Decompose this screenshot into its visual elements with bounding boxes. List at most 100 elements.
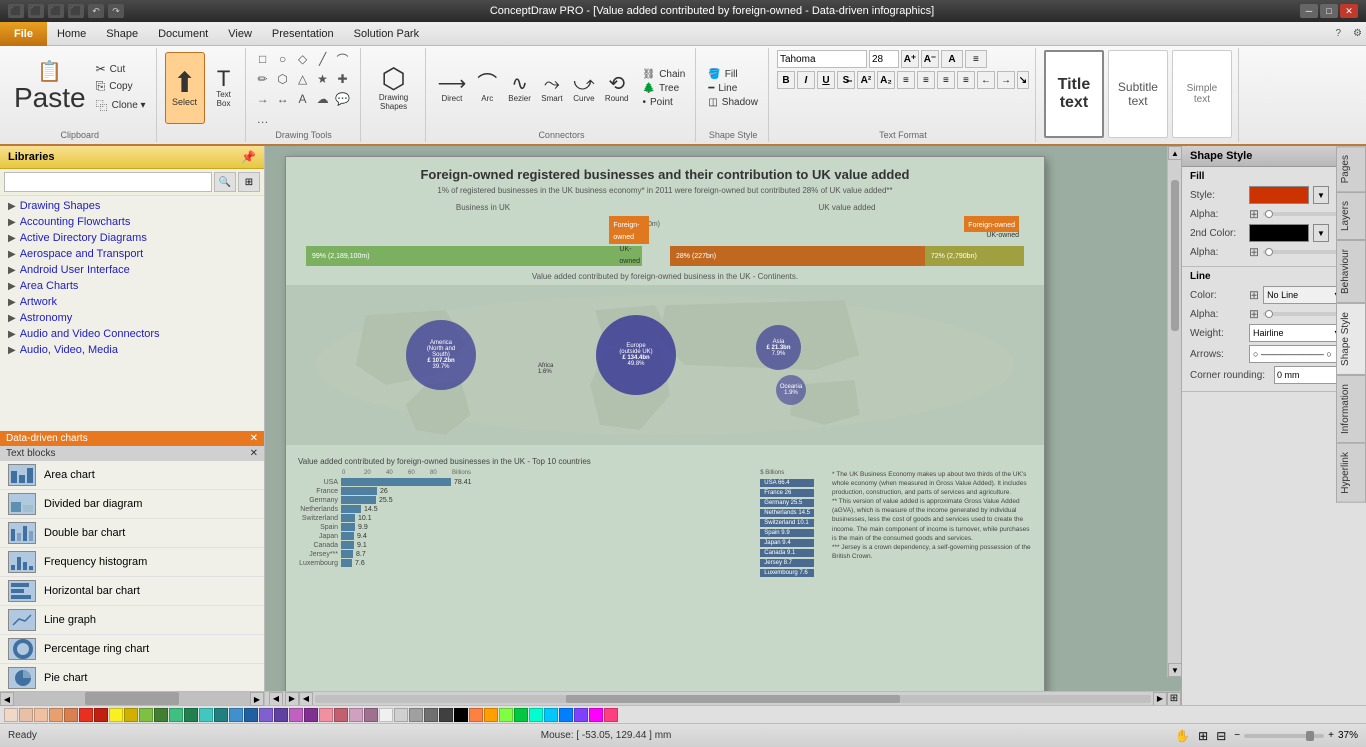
color-swatch[interactable]	[544, 708, 558, 722]
color-swatch[interactable]	[64, 708, 78, 722]
zoom-slider[interactable]	[1244, 734, 1324, 738]
lib-item-active-directory[interactable]: ▶ Active Directory Diagrams	[0, 230, 264, 246]
bold-button[interactable]: B	[777, 71, 795, 89]
chart-item-horizontal-bar[interactable]: Horizontal bar chart	[0, 577, 264, 606]
library-view-button[interactable]: ⊞	[238, 172, 260, 192]
chain-button[interactable]: ⛓ Chain	[639, 68, 690, 81]
lib-item-aerospace[interactable]: ▶ Aerospace and Transport	[0, 246, 264, 262]
font-family-input[interactable]	[777, 50, 867, 68]
color-swatch[interactable]	[199, 708, 213, 722]
lib-item-astronomy[interactable]: ▶ Astronomy	[0, 310, 264, 326]
line-color-dropdown[interactable]: No Line ▼	[1263, 286, 1346, 304]
dt-dbl-arrow[interactable]: ↔	[274, 90, 292, 108]
h-scroll-right[interactable]: ▶	[1153, 692, 1167, 706]
color-swatch[interactable]	[469, 708, 483, 722]
fit-width-icon[interactable]: ⊟	[1216, 729, 1226, 743]
shadow-button[interactable]: ◫ Shadow	[704, 96, 762, 109]
dt-arrow[interactable]: →	[254, 90, 272, 108]
fill-button[interactable]: 🪣 Fill	[704, 68, 762, 81]
align-center-button[interactable]: ≡	[917, 71, 935, 89]
home-menu[interactable]: Home	[47, 22, 96, 46]
color-swatch[interactable]	[94, 708, 108, 722]
america-bubble[interactable]: America(North andSouth)£ 107.2bn39.7%	[406, 320, 476, 390]
settings-icon[interactable]: ⚙	[1349, 28, 1366, 39]
color-swatch[interactable]	[229, 708, 243, 722]
color-swatch[interactable]	[139, 708, 153, 722]
fit-page-icon[interactable]: ⊞	[1198, 729, 1208, 743]
font-shrink-button[interactable]: A⁻	[921, 50, 939, 68]
indent-more-button[interactable]: →	[997, 71, 1015, 89]
font-color-button[interactable]: A	[941, 50, 963, 68]
chart-item-percentage-ring[interactable]: Percentage ring chart	[0, 635, 264, 664]
v-scroll-track[interactable]	[1168, 160, 1181, 663]
line-alpha-slider[interactable]	[1263, 312, 1346, 316]
color-swatch[interactable]	[244, 708, 258, 722]
color-swatch[interactable]	[424, 708, 438, 722]
tree-button[interactable]: 🌲 Tree	[639, 82, 690, 95]
tab-shape-style[interactable]: Shape Style	[1336, 303, 1366, 375]
color-swatch[interactable]	[304, 708, 318, 722]
cut-button[interactable]: ✂ Cut	[92, 61, 150, 77]
drawing-shapes-button[interactable]: ⬡ DrawingShapes	[369, 52, 419, 124]
page-nav-left[interactable]: ◀	[269, 692, 283, 706]
color-swatch[interactable]	[379, 708, 393, 722]
color-swatch[interactable]	[49, 708, 63, 722]
italic-button[interactable]: I	[797, 71, 815, 89]
alpha-slider[interactable]	[1263, 212, 1346, 216]
chart-item-double-bar[interactable]: Double bar chart	[0, 519, 264, 548]
second-color-picker[interactable]	[1249, 224, 1309, 242]
subtitle-text-style[interactable]: Subtitletext	[1108, 50, 1168, 138]
close-text-blocks[interactable]: ✕	[250, 448, 258, 459]
weight-dropdown[interactable]: Hairline ▼	[1249, 324, 1346, 342]
color-swatch[interactable]	[154, 708, 168, 722]
color-swatch[interactable]	[604, 708, 618, 722]
close-button[interactable]: ✕	[1340, 4, 1358, 18]
dt-diamond[interactable]: ◇	[294, 50, 312, 68]
hand-tool-icon[interactable]: ✋	[1175, 729, 1190, 743]
h-scroll-left[interactable]: ◀	[299, 692, 313, 706]
library-search-input[interactable]	[4, 172, 212, 192]
dt-callout[interactable]: 💬	[334, 90, 352, 108]
document-menu[interactable]: Document	[148, 22, 218, 46]
lib-scroll-track[interactable]	[14, 692, 250, 705]
font-size-input[interactable]	[869, 50, 899, 68]
textbox-button[interactable]: T TextBox	[209, 52, 239, 124]
maximize-button[interactable]: □	[1320, 4, 1338, 18]
presentation-menu[interactable]: Presentation	[262, 22, 344, 46]
tab-behaviour[interactable]: Behaviour	[1336, 240, 1366, 303]
paste-button[interactable]: 📋 Paste	[10, 58, 90, 118]
color-swatch[interactable]	[109, 708, 123, 722]
color-swatch[interactable]	[169, 708, 183, 722]
lib-scroll-right[interactable]: ▶	[250, 692, 264, 706]
redo-icon[interactable]: ↷	[108, 4, 124, 18]
zoom-out-button[interactable]: −	[1234, 730, 1240, 741]
color-swatch[interactable]	[259, 708, 273, 722]
color-swatch[interactable]	[364, 708, 378, 722]
align-right-button[interactable]: ≡	[937, 71, 955, 89]
chart-item-frequency[interactable]: Frequency histogram	[0, 548, 264, 577]
color-swatch[interactable]	[454, 708, 468, 722]
color-swatch[interactable]	[214, 708, 228, 722]
round-button[interactable]: ⟲ Round	[601, 72, 633, 105]
color-swatch[interactable]	[529, 708, 543, 722]
dt-text[interactable]: A	[294, 90, 312, 108]
asia-bubble[interactable]: Asia£ 21.3bn7.9%	[756, 325, 801, 370]
indent-less-button[interactable]: ←	[977, 71, 995, 89]
color-swatch[interactable]	[79, 708, 93, 722]
chart-item-pie[interactable]: Pie chart	[0, 664, 264, 692]
solution-park-menu[interactable]: Solution Park	[344, 22, 429, 46]
color-swatch[interactable]	[499, 708, 513, 722]
font-more-button[interactable]: ≡	[965, 50, 987, 68]
minimize-button[interactable]: ─	[1300, 4, 1318, 18]
color-swatch[interactable]	[124, 708, 138, 722]
shape-menu[interactable]: Shape	[96, 22, 148, 46]
align-justify-button[interactable]: ≡	[957, 71, 975, 89]
color-swatch[interactable]	[289, 708, 303, 722]
strikethrough-button[interactable]: S̶	[837, 71, 855, 89]
lib-scroll-left[interactable]: ◀	[0, 692, 14, 706]
superscript-button[interactable]: A²	[857, 71, 875, 89]
subscript-button[interactable]: A₂	[877, 71, 895, 89]
color-swatch[interactable]	[184, 708, 198, 722]
text-format-more-button[interactable]: ↘	[1017, 71, 1029, 89]
color-swatch[interactable]	[274, 708, 288, 722]
